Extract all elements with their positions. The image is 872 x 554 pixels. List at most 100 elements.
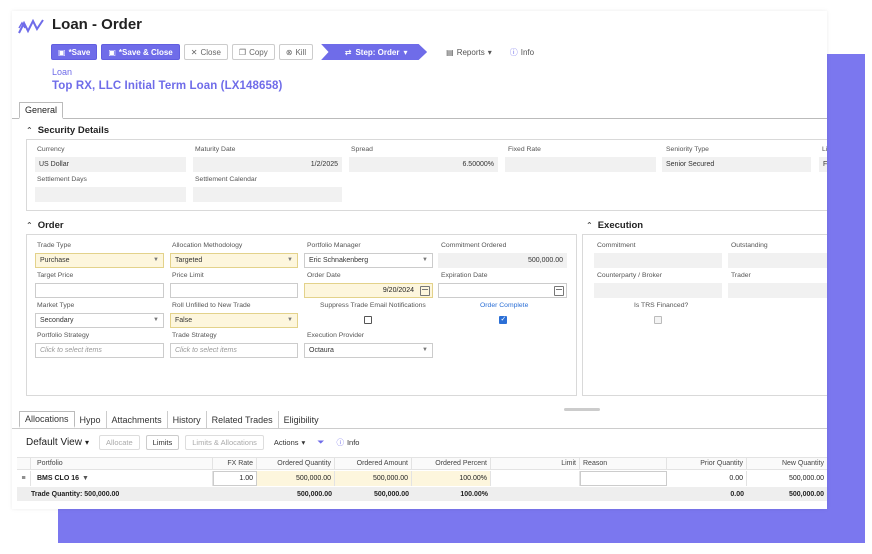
reason-cell[interactable]: [580, 471, 667, 486]
tab-related-trades[interactable]: Related Trades: [207, 411, 279, 428]
copy-button[interactable]: ❐ Copy: [231, 44, 275, 60]
security-section-header[interactable]: ⌃ Security Details: [26, 125, 109, 136]
shuffle-icon: ⇄: [344, 47, 352, 57]
record-title: Top RX, LLC Initial Term Loan (LX148658): [52, 80, 283, 92]
col-reason[interactable]: Reason: [580, 458, 667, 469]
execution-provider-select[interactable]: Octaura ▼: [304, 343, 433, 358]
new-quantity-cell: 500,000.00: [788, 475, 824, 482]
info-button[interactable]: ⓘ Info: [503, 44, 541, 60]
portfolio-cell[interactable]: BMS CLO 16 ▼: [31, 471, 213, 486]
prior-quantity-cell: 0.00: [667, 471, 747, 486]
currency-label: Currency: [37, 146, 65, 153]
chevron-down-icon: ▾: [301, 437, 306, 447]
limits-button[interactable]: Limits: [145, 434, 180, 450]
limit-cell[interactable]: [491, 471, 580, 486]
commitment-ordered-label: Commitment Ordered: [441, 242, 507, 249]
expiration-date-input[interactable]: [438, 283, 567, 298]
tab-attachments[interactable]: Attachments: [107, 411, 168, 428]
execution-section-header[interactable]: ⌃ Execution: [586, 220, 643, 231]
chevron-down-icon: ▾: [487, 47, 492, 57]
portfolio-strategy-multiselect[interactable]: Click to select items: [35, 343, 164, 358]
dropdown-arrow-icon: ▼: [153, 317, 159, 323]
roll-unfilled-select[interactable]: False ▼: [170, 313, 298, 328]
settlement-days-field: [35, 187, 186, 202]
total-ordered-percent: 100.00%: [460, 490, 488, 498]
counterparty-field: [594, 283, 722, 298]
target-price-input[interactable]: [35, 283, 164, 298]
col-new-quantity[interactable]: New Quantity: [747, 458, 827, 469]
order-complete-checkbox[interactable]: [499, 315, 507, 324]
total-reason: [580, 487, 667, 501]
price-limit-input[interactable]: [170, 283, 298, 298]
tab-eligibility[interactable]: Eligibility: [279, 411, 324, 428]
counterparty-label: Counterparty / Broker: [597, 272, 662, 279]
settlement-calendar-field: [193, 187, 342, 202]
fx-rate-cell[interactable]: 1.00: [213, 471, 257, 486]
save-icon: ▣: [58, 47, 66, 57]
grid-info-button[interactable]: ⓘ Info: [336, 437, 359, 448]
bottom-tabbar: Allocations Hypo Attachments History Rel…: [12, 411, 827, 429]
dropdown-arrow-icon: ▼: [422, 257, 428, 263]
portfolio-manager-select[interactable]: Eric Schnakenberg ▼: [304, 253, 433, 268]
order-section-header[interactable]: ⌃ Order: [26, 220, 64, 231]
col-ordered-percent[interactable]: Ordered Percent: [412, 458, 491, 469]
calendar-icon[interactable]: [420, 286, 430, 296]
market-type-select[interactable]: Secondary ▼: [35, 313, 164, 328]
save-close-button[interactable]: ▣ *Save & Close: [101, 44, 180, 60]
step-dropdown[interactable]: ⇄ Step: Order ▾: [321, 44, 428, 60]
app-window: Loan - Order ▣ *Save ▣ *Save & Close ✕ Clos…: [12, 11, 827, 509]
target-price-label: Target Price: [37, 272, 74, 279]
view-selector[interactable]: Default View ▾: [26, 437, 89, 448]
suppress-email-checkbox[interactable]: [364, 316, 372, 324]
filter-icon[interactable]: ⏷: [317, 437, 324, 448]
security-panel: Currency US Dollar Maturity Date 1/2/202…: [26, 139, 827, 211]
chevron-down-icon: ▾: [84, 437, 89, 447]
ordered-amount-cell[interactable]: 500,000.00: [335, 471, 412, 486]
currency-field: US Dollar: [35, 157, 186, 172]
trade-type-select[interactable]: Purchase ▼: [35, 253, 164, 268]
col-limit[interactable]: Limit: [491, 458, 580, 469]
limits-allocations-button[interactable]: Limits & Allocations: [185, 434, 264, 450]
kill-icon: ⊗: [285, 47, 293, 57]
order-complete-label: Order Complete: [480, 302, 529, 309]
col-fx-rate[interactable]: FX Rate: [213, 458, 257, 469]
tab-general[interactable]: General: [19, 102, 64, 119]
actions-menu[interactable]: Actions ▾: [274, 438, 305, 447]
suppress-email-label: Suppress Trade Email Notifications: [320, 302, 426, 309]
order-date-label: Order Date: [307, 272, 341, 279]
reports-button[interactable]: ▤ Reports ▾: [439, 44, 499, 60]
table-row[interactable]: ≡ BMS CLO 16 ▼ 1.00 500,000.00 500,000.00…: [17, 471, 827, 486]
col-prior-quantity[interactable]: Prior Quantity: [667, 458, 747, 469]
total-new-quantity: 500,000.00: [788, 490, 824, 498]
col-ordered-amount[interactable]: Ordered Amount: [335, 458, 412, 469]
order-date-input[interactable]: 9/20/2024: [304, 283, 433, 298]
close-button[interactable]: ✕ Close: [183, 44, 228, 60]
trade-strategy-multiselect[interactable]: Click to select items: [170, 343, 298, 358]
tab-hypo[interactable]: Hypo: [75, 411, 107, 428]
dropdown-arrow-icon: ▼: [422, 347, 428, 353]
ordered-percent-cell[interactable]: 100.00%: [412, 471, 491, 486]
kill-button[interactable]: ⊗ Kill: [278, 44, 314, 60]
total-prior-quantity: 0.00: [730, 490, 744, 498]
breadcrumb[interactable]: Loan: [52, 67, 72, 77]
splitter-grip[interactable]: [564, 408, 600, 411]
spread-field: 6.50000%: [349, 157, 498, 172]
tab-history[interactable]: History: [168, 411, 207, 428]
col-portfolio[interactable]: Portfolio: [31, 458, 213, 469]
commitment-ordered-field: 500,000.00: [438, 253, 567, 268]
allocation-method-select[interactable]: Targeted ▼: [170, 253, 298, 268]
grid-toolbar: Default View ▾ Allocate Limits Limits & A…: [12, 433, 827, 451]
tab-allocations[interactable]: Allocations: [19, 411, 75, 428]
allocation-method-label: Allocation Methodology: [172, 242, 243, 249]
maturity-field: 1/2/2025: [193, 157, 342, 172]
trade-quantity-total: Trade Quantity: 500,000.00: [31, 490, 120, 498]
execution-panel: Commitment Outstanding Counterparty / Br…: [582, 234, 827, 396]
calendar-icon[interactable]: [554, 286, 564, 296]
chevron-up-icon: ⌃: [26, 126, 33, 135]
col-ordered-quantity[interactable]: Ordered Quantity: [257, 458, 335, 469]
drag-handle-icon[interactable]: ≡: [17, 471, 31, 486]
allocate-button[interactable]: Allocate: [98, 434, 140, 450]
toolbar: ▣ *Save ▣ *Save & Close ✕ Close ❐ Copy ⊗ Kill…: [51, 44, 541, 60]
ordered-quantity-cell[interactable]: 500,000.00: [257, 471, 335, 486]
save-button[interactable]: ▣ *Save: [51, 44, 98, 60]
